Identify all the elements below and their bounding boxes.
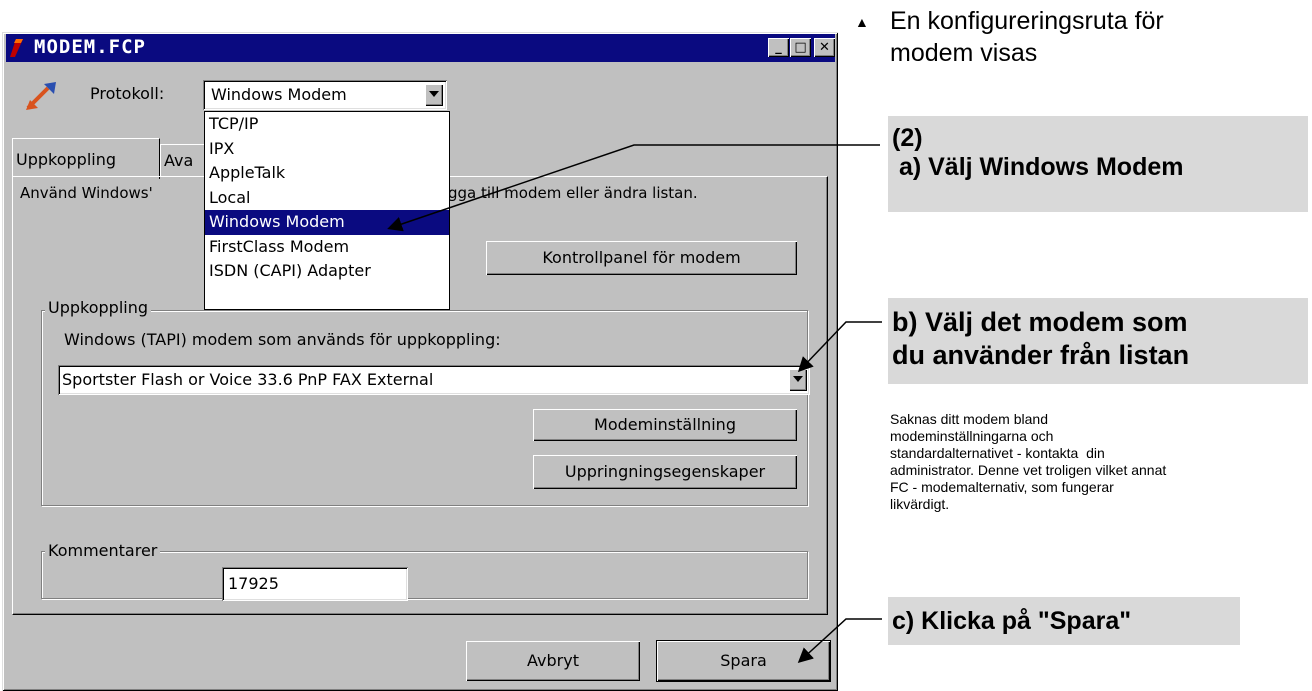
intro-text: En konfigureringsruta för modem visas — [890, 7, 1164, 67]
bullet-triangle-icon: ▲ — [855, 14, 869, 30]
step-c-callout: c) Klicka på "Spara" — [888, 597, 1240, 645]
step-a-callout: (2) a) Välj Windows Modem — [888, 116, 1308, 212]
step-b-callout: b) Välj det modem som du använder från l… — [888, 298, 1308, 384]
missing-modem-note: Saknas ditt modem bland modeminställning… — [890, 411, 1167, 512]
